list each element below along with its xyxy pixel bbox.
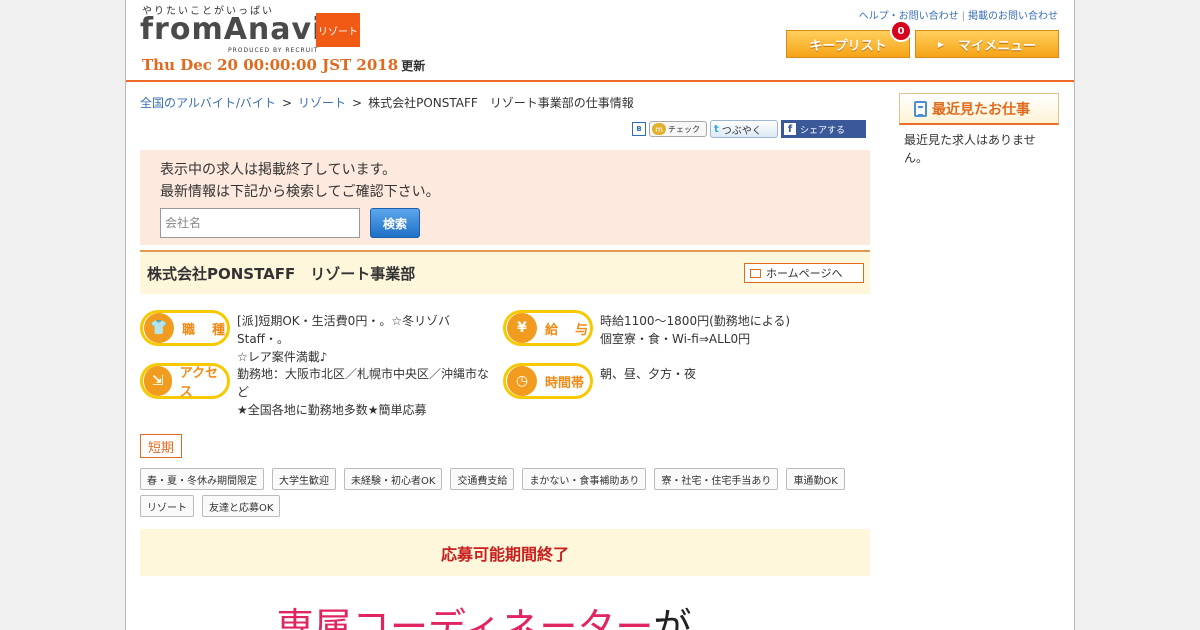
feature-tag: リゾート xyxy=(140,495,194,517)
walking-icon: ⇲ xyxy=(144,366,172,396)
feature-tag: 未経験・初心者OK xyxy=(344,468,443,490)
logo-produced-by: PRODUCED BY RECRUIT xyxy=(228,47,319,54)
salary-value: 時給1100～1800円(勤務地による) 個室寮・食・Wi-fi⇒ALL0円 xyxy=(600,312,860,348)
feature-tag: 友達と応募OK xyxy=(202,495,281,517)
mixi-check-button[interactable]: m チェック xyxy=(649,121,707,137)
hours-label-text: 時間帯 xyxy=(545,375,585,391)
salary-label-text: 給 与 xyxy=(545,322,591,338)
mixi-icon: m xyxy=(652,123,666,135)
application-ended-text: 応募可能期間終了 xyxy=(440,544,569,564)
homepage-label: ホームページへ xyxy=(766,267,843,280)
hours-line-1: 朝、昼、夕方・夜 xyxy=(600,367,697,381)
hours-value: 朝、昼、夕方・夜 xyxy=(600,365,860,383)
mixi-check-label: チェック xyxy=(668,124,700,134)
job-type-line-2: ☆レア案件満載♪ xyxy=(237,350,328,364)
help-links: ヘルプ・お問い合わせ | 掲載のお問い合わせ xyxy=(859,7,1058,22)
mymenu-button[interactable]: ▶ マイメニュー xyxy=(915,30,1059,58)
application-ended-banner: 応募可能期間終了 xyxy=(140,529,870,576)
feature-tag: 交通費支給 xyxy=(450,468,515,490)
company-name: 株式会社PONSTAFF リゾート事業部 xyxy=(147,265,416,283)
company-header: 株式会社PONSTAFF リゾート事業部 ホームページへ xyxy=(140,250,870,294)
salary-label: ¥ 給 与 xyxy=(503,310,593,346)
recently-viewed-header: 最近見たお仕事 xyxy=(899,93,1059,125)
publish-inquiry-link[interactable]: 掲載のお問い合わせ xyxy=(968,11,1058,22)
breadcrumb-separator: > xyxy=(352,96,363,110)
breadcrumb-item-resort[interactable]: リゾート xyxy=(298,96,346,110)
access-line-3: ★全国各地に勤務地多数★簡単応募 xyxy=(237,403,427,417)
notice-line-2: 最新情報は下記から検索してご確認下さい。 xyxy=(160,184,440,200)
breadcrumb-current: 株式会社PONSTAFF リゾート事業部の仕事情報 xyxy=(368,96,634,110)
feature-tag: 春・夏・冬休み期間限定 xyxy=(140,468,264,490)
site-logo[interactable]: fromAnavi xyxy=(140,12,323,47)
page: やりたいことがいっぱい fromAnavi PRODUCED BY RECRUI… xyxy=(125,0,1075,630)
keeplist-label: キープリスト xyxy=(809,38,887,54)
recently-viewed-empty-text: 最近見た求人はありません。 xyxy=(904,133,1036,165)
breadcrumb-separator: > xyxy=(281,96,292,110)
facebook-share-button[interactable]: f シェアする xyxy=(781,120,866,138)
site-header: やりたいことがいっぱい fromAnavi PRODUCED BY RECRUI… xyxy=(126,0,1074,82)
catchphrase-pink: 専属コーディネーター xyxy=(276,605,654,630)
triangle-right-icon: ▶ xyxy=(937,39,945,49)
breadcrumb: 全国のアルバイト/バイト > リゾート > 株式会社PONSTAFF リゾート事業部の仕… xyxy=(140,94,634,111)
access-line-2: ど xyxy=(237,385,250,399)
feature-tag: まかない・食事補助あり xyxy=(522,468,647,490)
company-search-input[interactable] xyxy=(160,208,360,238)
job-type-label-text: 職 種 xyxy=(182,322,228,338)
tweet-button[interactable]: t つぶやく xyxy=(710,120,778,138)
hatena-bookmark-button[interactable]: B xyxy=(632,122,646,136)
feature-tags: 春・夏・冬休み期間限定 大学生歓迎 未経験・初心者OK 交通費支給 まかない・食… xyxy=(140,468,870,517)
facebook-share-label: シェアする xyxy=(800,125,846,136)
help-link[interactable]: ヘルプ・お問い合わせ xyxy=(859,11,959,22)
feature-tag: 寮・社宅・住宅手当あり xyxy=(654,468,779,490)
notice-line-1: 表示中の求人は掲載終了しています。 xyxy=(160,162,397,178)
access-line-1: 勤務地：大阪市北区／札幌市中央区／沖縄市な xyxy=(237,367,490,381)
short-term-tag: 短期 xyxy=(140,434,182,458)
link-separator: | xyxy=(961,11,965,22)
clock-icon: ◷ xyxy=(507,366,537,396)
salary-line-1: 時給1100～1800円(勤務地による) xyxy=(600,314,791,328)
document-icon xyxy=(914,100,927,117)
job-type-value: [派]短期OK・生活費0円・。☆冬リゾバStaff・。 ☆レア案件満載♪ xyxy=(237,312,497,366)
facebook-icon: f xyxy=(784,123,796,135)
shirt-icon: 👕 xyxy=(144,313,174,343)
access-label-text: アクセス xyxy=(179,366,219,400)
job-type-line-1: [派]短期OK・生活費0円・。☆冬リゾバStaff・。 xyxy=(237,314,451,346)
hours-label: ◷ 時間帯 xyxy=(503,363,593,399)
breadcrumb-item-all-jobs[interactable]: 全国のアルバイト/バイト xyxy=(140,96,276,110)
mymenu-label: マイメニュー xyxy=(958,38,1037,54)
recently-viewed-title: 最近見たお仕事 xyxy=(932,101,1030,118)
catchphrase-heading: 専属コーディネーターが xyxy=(276,596,691,630)
tweet-label: つぶやく xyxy=(721,125,762,137)
updated-suffix: 更新 xyxy=(401,59,426,73)
feature-tag: 車通勤OK xyxy=(786,468,845,490)
yen-icon: ¥ xyxy=(507,313,537,343)
catchphrase-black: が xyxy=(653,605,692,630)
category-badge: リゾート xyxy=(316,13,360,47)
listing-ended-notice: 表示中の求人は掲載終了しています。 最新情報は下記から検索してご確認下さい。 検… xyxy=(140,150,870,245)
social-buttons: B m チェック t つぶやく f シェアする xyxy=(632,120,866,138)
salary-line-2: 個室寮・食・Wi-fi⇒ALL0円 xyxy=(600,332,751,346)
access-label: ⇲ アクセス xyxy=(140,363,230,400)
homepage-button[interactable]: ホームページへ xyxy=(744,263,864,283)
job-type-label: 👕 職 種 xyxy=(140,310,230,346)
twitter-bird-icon: t xyxy=(714,123,719,135)
search-button[interactable]: 検索 xyxy=(370,208,420,238)
updated-date: Thu Dec 20 00:00:00 JST 2018 更新 xyxy=(142,56,425,74)
external-window-icon xyxy=(750,268,761,278)
keeplist-count-badge: 0 xyxy=(890,20,912,42)
access-value: 勤務地：大阪市北区／札幌市中央区／沖縄市な ど ★全国各地に勤務地多数★簡単応募 xyxy=(237,365,493,419)
updated-date-value: Thu Dec 20 00:00:00 JST 2018 xyxy=(142,56,399,74)
feature-tag: 大学生歓迎 xyxy=(272,468,336,490)
